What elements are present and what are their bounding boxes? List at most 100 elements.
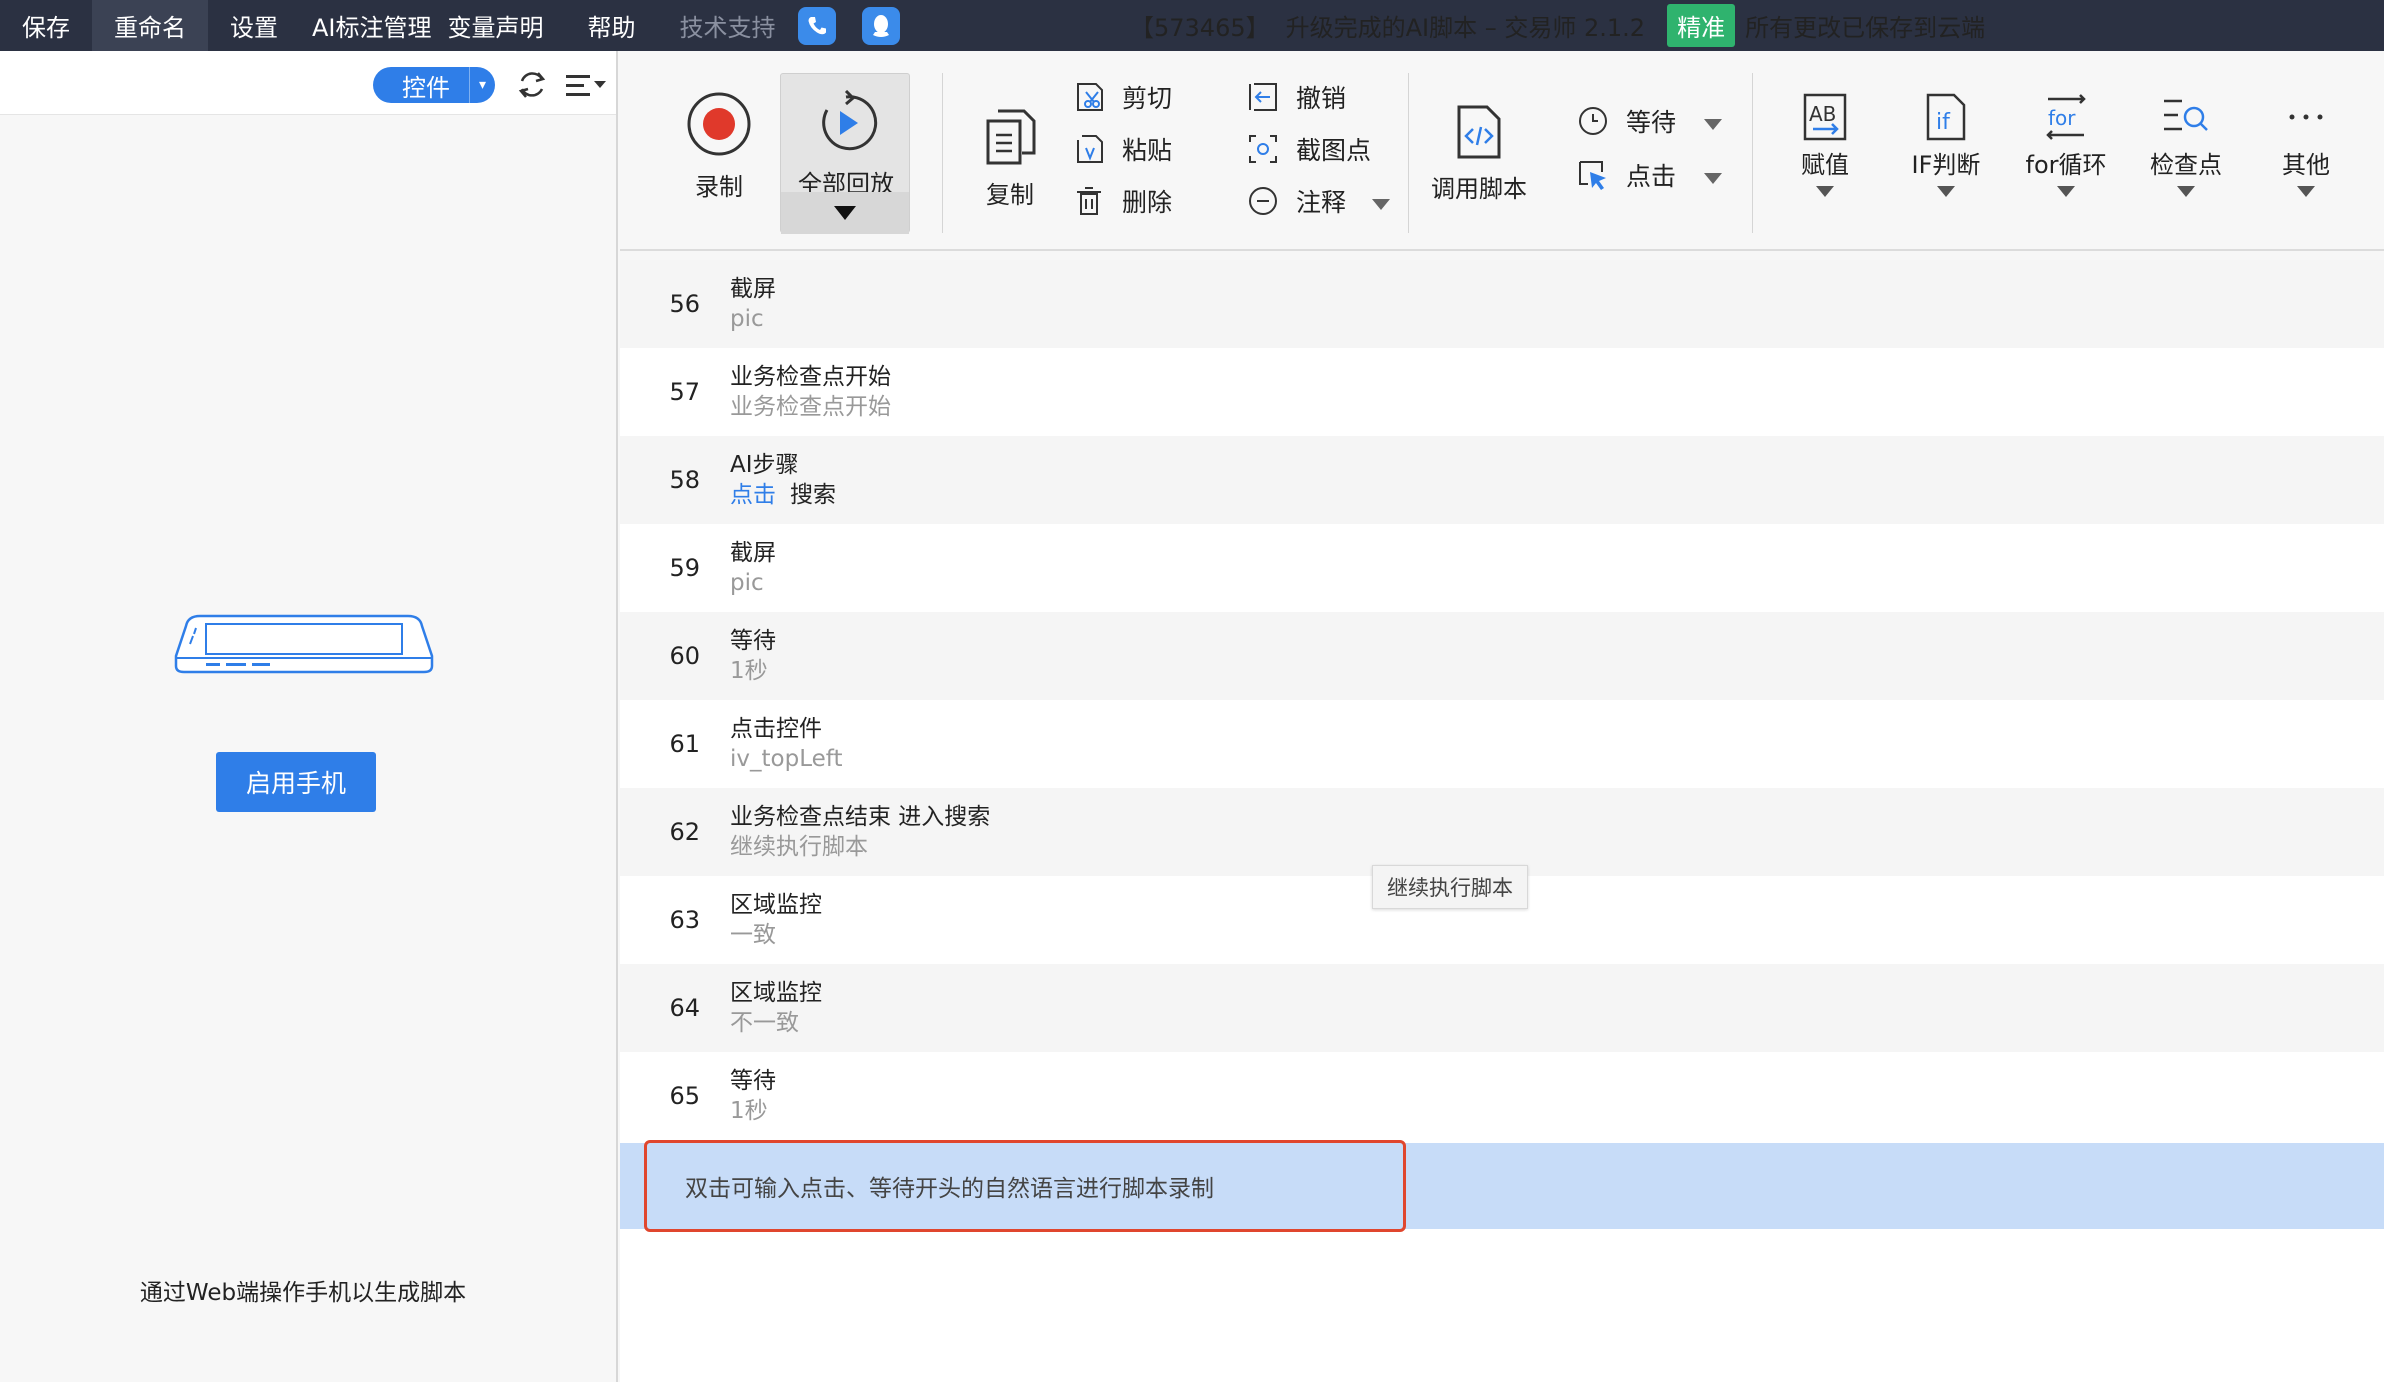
chevron-down-icon[interactable]: ▾: [469, 67, 495, 103]
checkpoint-button[interactable]: 检查点: [2126, 91, 2246, 197]
step-row[interactable]: 64 区域监控 不一致: [620, 964, 2384, 1052]
caret-down-icon[interactable]: [2057, 186, 2075, 197]
for-label: for循环: [2025, 151, 2107, 179]
step-detail: 一致: [730, 922, 776, 948]
copy-button[interactable]: 复制: [960, 107, 1060, 210]
cursor-icon: [1579, 161, 1606, 190]
refresh-icon[interactable]: [514, 67, 550, 103]
click-label: 点击: [1626, 162, 1677, 191]
if-button[interactable]: if IF判断: [1886, 91, 2006, 197]
step-title: 区域监控: [730, 980, 822, 1006]
wait-dropdown[interactable]: [1704, 107, 1723, 136]
step-row[interactable]: 59 截屏 pic: [620, 524, 2384, 612]
menu-variable-declare[interactable]: 变量声明: [442, 0, 566, 51]
step-title: 区域监控: [730, 892, 822, 918]
undo-button[interactable]: 撤销: [1246, 79, 1346, 115]
play-all-button[interactable]: 全部回放: [780, 73, 910, 234]
if-label: IF判断: [1911, 151, 1981, 179]
svg-text:for: for: [2048, 106, 2076, 130]
step-detail: 1秒: [730, 658, 768, 684]
control-button-label: 控件: [402, 73, 450, 102]
menu-save[interactable]: 保存: [0, 0, 92, 51]
caret-down-icon: [1704, 118, 1723, 130]
screenshot-point-label: 截图点: [1296, 136, 1372, 165]
wait-button[interactable]: 等待: [1576, 103, 1723, 139]
click-button[interactable]: 点击: [1576, 157, 1723, 193]
step-detail: iv_topLeft: [730, 746, 843, 772]
script-step-list: 56 截屏 pic 57 业务检查点开始 业务检查点开始 58 AI步骤 点击 搜索 5…: [620, 260, 2384, 1382]
caret-down-icon: [1704, 172, 1723, 184]
paste-button[interactable]: 粘贴: [1072, 131, 1172, 167]
step-action-link[interactable]: 点击: [730, 482, 776, 508]
caret-down-icon[interactable]: [1937, 186, 1955, 197]
step-row[interactable]: 57 业务检查点开始 业务检查点开始: [620, 348, 2384, 436]
for-button[interactable]: for for循环: [2006, 91, 2126, 197]
script-name: 升级完成的AI脚本 – 交易师 2.1.2: [1285, 14, 1646, 42]
precision-badge: 精准: [1667, 4, 1736, 47]
comment-button[interactable]: 注释: [1246, 183, 1391, 219]
step-detail: pic: [730, 570, 764, 596]
comment-label: 注释: [1296, 188, 1347, 217]
natural-language-input[interactable]: 双击可输入点击、等待开头的自然语言进行脚本录制: [644, 1140, 1406, 1232]
caret-down-icon[interactable]: [2297, 186, 2315, 197]
device-panel: 控件 ▾ 启用手机 通过Web端操作手机以生成脚本: [0, 51, 618, 1382]
if-icon: if: [1926, 93, 1966, 141]
step-row[interactable]: 58 AI步骤 点击 搜索: [620, 436, 2384, 524]
menu-ai-label-manage[interactable]: AI标注管理: [300, 0, 442, 51]
step-row[interactable]: 56 截屏 pic: [620, 260, 2384, 348]
trash-icon: [1077, 187, 1101, 215]
cut-label: 剪切: [1122, 84, 1173, 113]
loop-icon: for: [2046, 94, 2086, 140]
phone-support-icon[interactable]: [797, 6, 836, 45]
call-script-button[interactable]: 调用脚本: [1424, 103, 1534, 204]
divider: [1752, 73, 1753, 233]
step-title: 业务检查点开始: [730, 364, 891, 390]
step-row[interactable]: 65 等待 1秒: [620, 1052, 2384, 1140]
click-dropdown[interactable]: [1704, 161, 1723, 190]
step-detail: 业务检查点开始: [730, 394, 891, 420]
step-title: 等待: [730, 628, 776, 654]
step-number: 65: [669, 1082, 700, 1110]
cut-button[interactable]: 剪切: [1072, 79, 1172, 115]
start-phone-button[interactable]: 启用手机: [216, 752, 376, 812]
comment-dropdown[interactable]: [1372, 187, 1391, 216]
step-number: 60: [669, 642, 700, 670]
qq-icon[interactable]: [861, 6, 900, 45]
step-title: 截屏: [730, 276, 776, 302]
menu-tech-support[interactable]: 技术支持: [658, 0, 776, 51]
window-title: 【573465】 升级完成的AI脚本 – 交易师 2.1.2 精准 所有更改已保…: [1130, 0, 1985, 51]
menu-settings[interactable]: 设置: [208, 0, 300, 51]
other-button[interactable]: 其他: [2246, 91, 2366, 197]
menu-rename[interactable]: 重命名: [92, 0, 208, 51]
caret-down-icon[interactable]: [1816, 186, 1834, 197]
step-title: 截屏: [730, 540, 776, 566]
step-row[interactable]: 60 等待 1秒: [620, 612, 2384, 700]
list-menu-icon[interactable]: [564, 67, 608, 103]
control-dropdown-button[interactable]: 控件 ▾: [373, 67, 495, 103]
device-panel-header: 控件 ▾: [0, 51, 616, 115]
screenshot-point-button[interactable]: 截图点: [1246, 131, 1371, 167]
step-number: 58: [669, 466, 700, 494]
svg-text:if: if: [1936, 110, 1951, 135]
clock-icon: [1579, 107, 1607, 135]
step-detail: 1秒: [730, 1098, 768, 1124]
screenshot-icon: [1249, 135, 1277, 163]
save-status: 所有更改已保存到云端: [1745, 14, 1986, 42]
comment-icon: [1249, 187, 1277, 215]
phone-illustration-icon: [174, 614, 434, 674]
menu-help[interactable]: 帮助: [566, 0, 658, 51]
assign-button[interactable]: AB 赋值: [1770, 91, 1880, 197]
play-all-dropdown[interactable]: [781, 192, 909, 234]
caret-down-icon[interactable]: [2177, 186, 2195, 197]
checkpoint-icon: [2164, 99, 2208, 131]
step-row[interactable]: 62 业务检查点结束 进入搜索 继续执行脚本: [620, 788, 2384, 876]
tooltip: 继续执行脚本: [1372, 865, 1528, 909]
step-row[interactable]: 61 点击控件 iv_topLeft: [620, 700, 2384, 788]
step-number: 62: [669, 818, 700, 846]
step-number: 57: [669, 378, 700, 406]
step-title: 业务检查点结束 进入搜索: [730, 804, 991, 830]
record-button[interactable]: 录制: [664, 91, 774, 202]
delete-button[interactable]: 删除: [1072, 183, 1172, 219]
delete-label: 删除: [1122, 188, 1173, 217]
natural-language-input-row[interactable]: 双击可输入点击、等待开头的自然语言进行脚本录制: [620, 1140, 2384, 1232]
